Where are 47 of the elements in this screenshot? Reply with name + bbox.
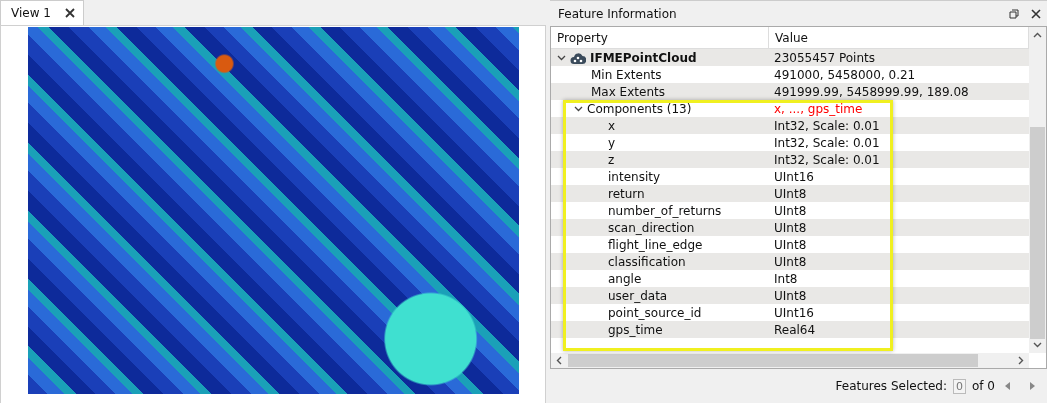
panel-title: Feature Information (558, 6, 678, 21)
property-value: 491999.99, 5458999.99, 189.08 (773, 83, 970, 100)
property-value: Real64 (773, 321, 817, 338)
property-value: UInt8 (773, 287, 808, 304)
property-name: point_source_id (608, 305, 702, 320)
column-header[interactable]: Property (551, 27, 769, 49)
property-value: Int32, Scale: 0.01 (773, 151, 881, 168)
close-icon[interactable] (1031, 8, 1041, 19)
vertical-scrollbar[interactable] (1029, 27, 1046, 353)
property-value: x, ..., gps_time (773, 100, 864, 117)
property-value: Int8 (773, 270, 799, 287)
property-name: z (608, 152, 615, 167)
property-value: 23055457 Points (773, 49, 876, 66)
property-name: Max Extents (591, 84, 665, 99)
property-value: UInt8 (773, 253, 808, 270)
view-tab[interactable]: View 1 (0, 0, 84, 25)
selected-count-field[interactable]: 0 (953, 378, 966, 394)
horizontal-scrollbar[interactable] (551, 353, 1029, 368)
property-name: Min Extents (591, 67, 662, 82)
close-icon[interactable] (64, 8, 75, 18)
property-name: gps_time (608, 322, 663, 337)
property-name: classification (608, 254, 686, 269)
property-value: UInt8 (773, 185, 808, 202)
property-name: scan_direction (608, 220, 695, 235)
property-name: return (608, 186, 645, 201)
property-value: UInt16 (773, 304, 815, 321)
property-name: angle (608, 271, 642, 286)
property-value: 491000, 5458000, 0.21 (773, 66, 917, 83)
property-name: x (608, 118, 616, 133)
column-header[interactable]: Value (769, 27, 1029, 49)
property-name: Components (13) (587, 101, 692, 116)
property-value: UInt8 (773, 236, 808, 253)
property-name: number_of_returns (608, 203, 722, 218)
property-name: flight_line_edge (608, 237, 703, 252)
property-name: intensity (608, 169, 661, 184)
status-label: Features Selected: (835, 379, 947, 393)
property-value: Int32, Scale: 0.01 (773, 117, 881, 134)
total-count: of 0 (972, 379, 995, 393)
property-value: Int32, Scale: 0.01 (773, 134, 881, 151)
property-value: UInt8 (773, 202, 808, 219)
property-name: IFMEPointCloud (590, 50, 697, 65)
restore-icon[interactable] (1009, 8, 1019, 19)
property-name: y (608, 135, 616, 150)
cloud-icon (570, 50, 586, 65)
property-value: UInt16 (773, 168, 815, 185)
property-name: user_data (608, 288, 668, 303)
property-value: UInt8 (773, 219, 808, 236)
